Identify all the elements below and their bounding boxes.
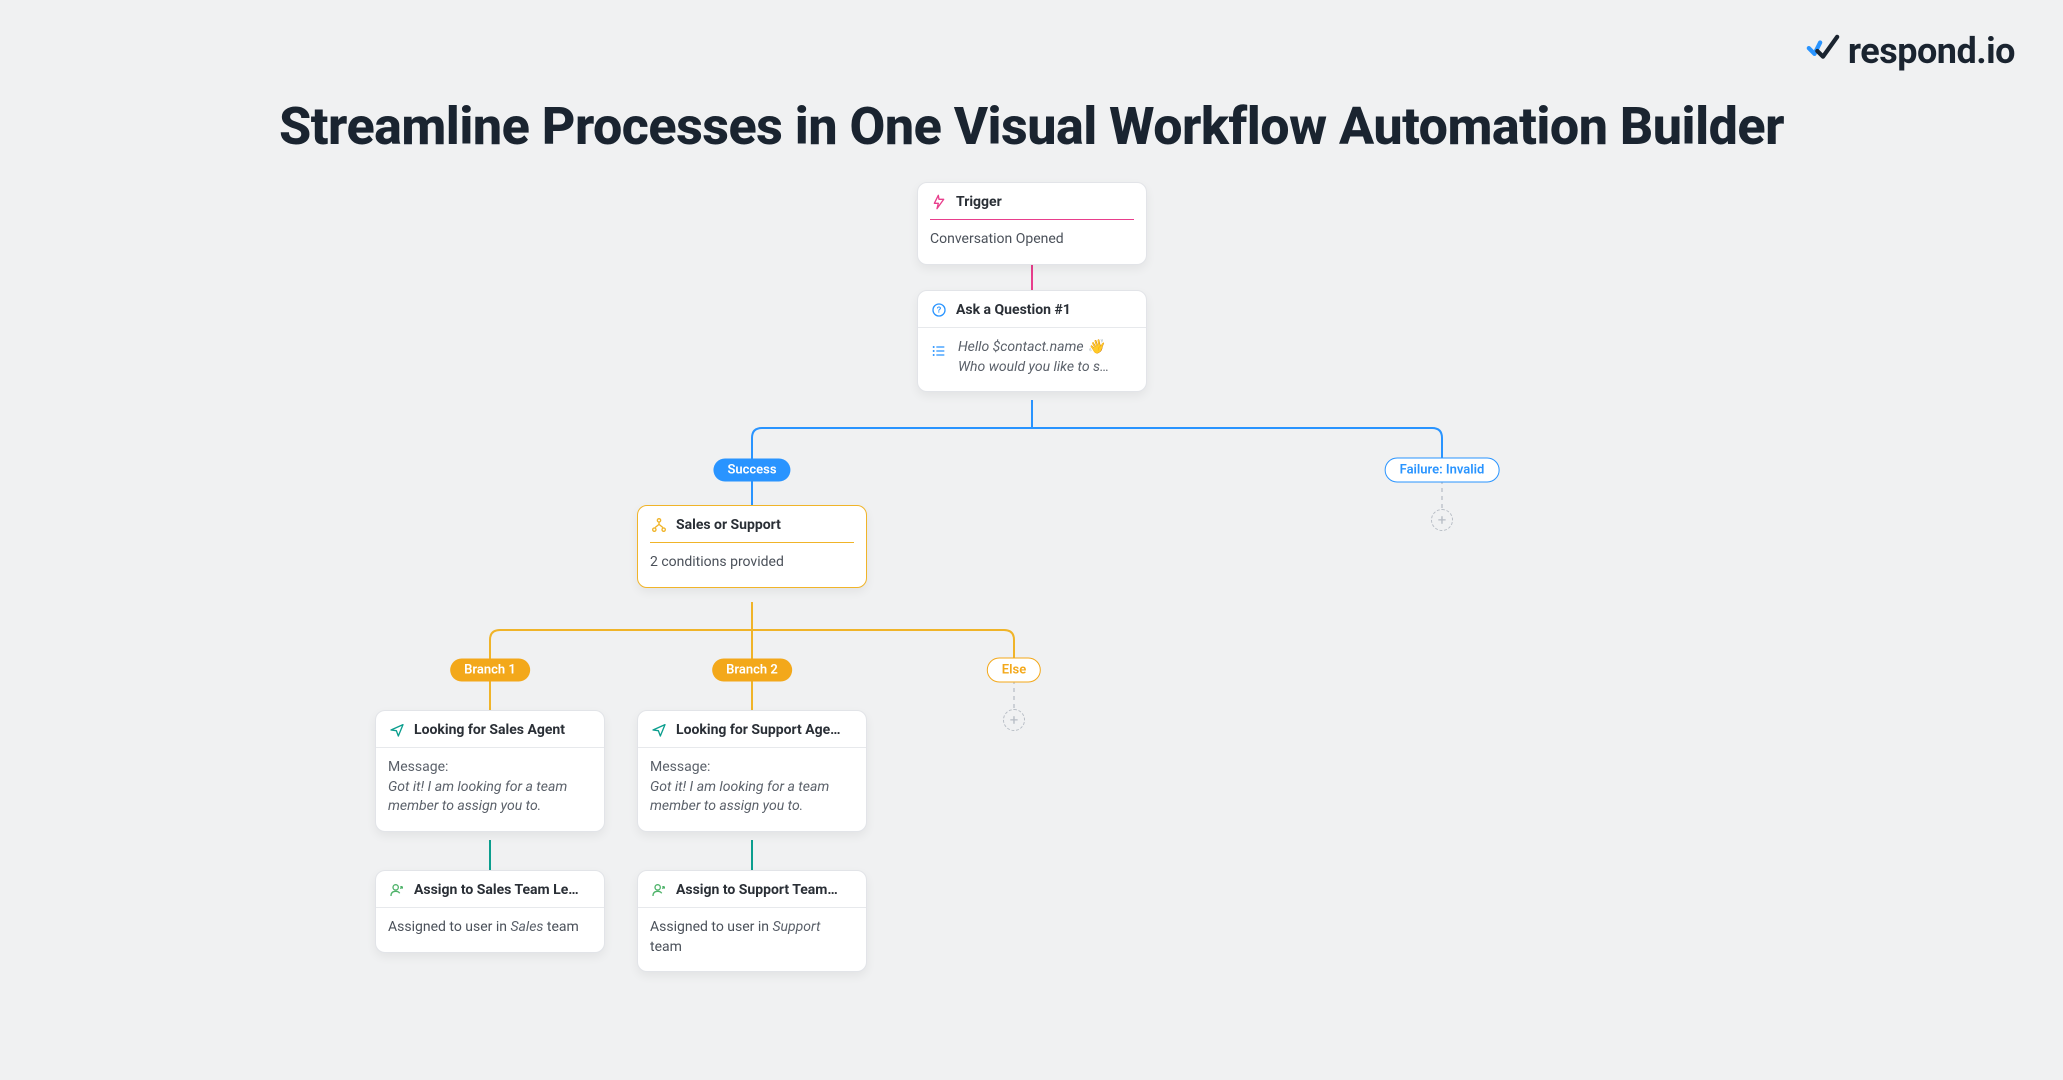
message-body: Got it! I am looking for a team member t… <box>650 778 854 817</box>
node-title: Assign to Support Team… <box>676 882 838 898</box>
send-icon <box>650 721 668 739</box>
brand-logo: respond.io <box>1806 30 2015 72</box>
message-body: Got it! I am looking for a team member t… <box>388 778 592 817</box>
add-step-failure-button[interactable]: + <box>1431 509 1453 531</box>
node-sales-message[interactable]: Looking for Sales Agent Message: Got it!… <box>375 710 605 832</box>
assign-suffix: team <box>543 919 578 935</box>
user-icon <box>650 881 668 899</box>
assign-prefix: Assigned to user in <box>388 919 510 935</box>
node-title: Sales or Support <box>676 517 781 533</box>
node-trigger[interactable]: Trigger Conversation Opened <box>917 182 1147 265</box>
svg-text:?: ? <box>937 306 942 315</box>
add-step-else-button[interactable]: + <box>1003 709 1025 731</box>
node-title: Looking for Support Age… <box>676 722 841 738</box>
list-icon <box>930 342 948 360</box>
node-support-message[interactable]: Looking for Support Age… Message: Got it… <box>637 710 867 832</box>
branch-pill-success[interactable]: Success <box>713 459 790 482</box>
node-sales-assign[interactable]: Assign to Sales Team Le… Assigned to use… <box>375 870 605 953</box>
assign-body: Assigned to user in Support team <box>638 908 866 971</box>
question-icon: ? <box>930 301 948 319</box>
assign-prefix: Assigned to user in <box>650 919 772 935</box>
send-icon <box>388 721 406 739</box>
node-body: Conversation Opened <box>918 220 1146 264</box>
node-title: Ask a Question #1 <box>956 302 1071 318</box>
branch-icon <box>650 516 668 534</box>
user-icon <box>388 881 406 899</box>
question-line1: Hello $contact.name 👋 <box>958 338 1109 358</box>
assign-team: Sales <box>510 919 543 935</box>
brand-name: respond.io <box>1848 30 2015 72</box>
workflow-canvas[interactable]: Trigger Conversation Opened ? Ask a Ques… <box>0 170 2063 1080</box>
question-line2: Who would you like to s… <box>958 358 1109 378</box>
message-label: Message: <box>650 758 854 778</box>
branch-pill-1[interactable]: Branch 1 <box>450 659 530 682</box>
node-support-assign[interactable]: Assign to Support Team… Assigned to user… <box>637 870 867 972</box>
brand-mark-icon <box>1806 34 1840 68</box>
page-title: Streamline Processes in One Visual Workf… <box>0 96 2063 157</box>
branch-pill-else[interactable]: Else <box>987 658 1041 683</box>
message-label: Message: <box>388 758 592 778</box>
trigger-icon <box>930 193 948 211</box>
node-body: 2 conditions provided <box>638 543 866 587</box>
assign-team: Support <box>772 919 820 935</box>
node-title: Assign to Sales Team Le… <box>414 882 579 898</box>
node-title: Looking for Sales Agent <box>414 722 565 738</box>
node-ask-question[interactable]: ? Ask a Question #1 Hello $contact.name … <box>917 290 1147 392</box>
assign-suffix: team <box>650 939 682 955</box>
branch-pill-failure[interactable]: Failure: Invalid <box>1385 458 1500 483</box>
branch-pill-2[interactable]: Branch 2 <box>712 659 792 682</box>
node-condition[interactable]: Sales or Support 2 conditions provided <box>637 505 867 588</box>
node-title: Trigger <box>956 194 1002 210</box>
assign-body: Assigned to user in Sales team <box>376 908 604 952</box>
